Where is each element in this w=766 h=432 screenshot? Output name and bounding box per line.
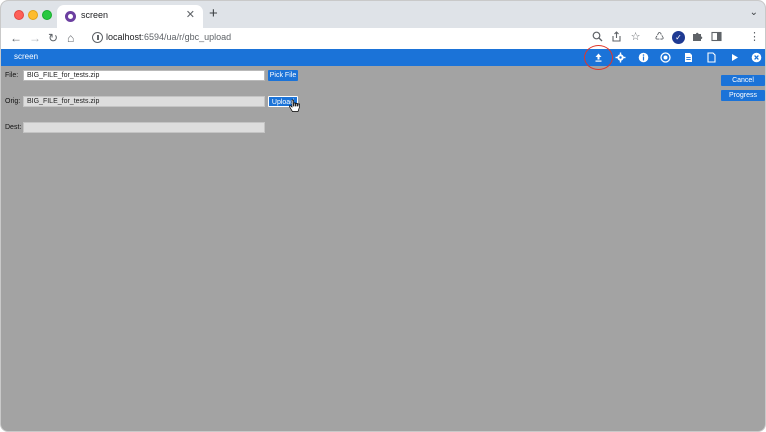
zoom-icon[interactable] (591, 31, 604, 44)
bookmark-star-icon[interactable]: ☆ (629, 31, 642, 44)
reload-icon[interactable]: ↻ (48, 29, 58, 47)
browser-window: screen ✕ + ⌄ ← → ↻ ⌂ localhost:6594/ua/r… (0, 0, 766, 432)
forward-icon[interactable]: → (29, 29, 41, 47)
browser-menu-icon[interactable]: ⋮ (748, 31, 761, 44)
side-panel-icon[interactable] (710, 31, 723, 44)
app-title: screen (14, 52, 39, 61)
highlight-annotation (584, 45, 613, 70)
home-icon[interactable]: ⌂ (67, 29, 74, 47)
app-header: screen (1, 49, 765, 66)
address-bar[interactable]: localhost:6594/ua/r/gbc_upload (85, 29, 653, 47)
orig-label: Orig: (5, 98, 21, 105)
app-favicon-icon (65, 11, 76, 22)
hand-cursor-icon (289, 99, 300, 112)
close-window-button[interactable] (14, 10, 24, 20)
maximize-window-button[interactable] (42, 10, 52, 20)
dest-label: Dest: (5, 124, 22, 131)
document-icon[interactable] (683, 52, 694, 63)
info-icon[interactable] (638, 52, 649, 63)
play-icon[interactable] (729, 52, 740, 63)
back-icon[interactable]: ← (10, 29, 22, 47)
tab-search-chevron-icon[interactable]: ⌄ (750, 7, 758, 18)
file-field[interactable]: BIG_FILE_for_tests.zip (23, 70, 265, 81)
share-icon[interactable] (610, 31, 623, 44)
target-icon[interactable] (660, 52, 671, 63)
browser-tab[interactable]: screen ✕ (57, 5, 203, 28)
site-info-icon[interactable] (92, 32, 103, 43)
url-text[interactable]: localhost:6594/ua/r/gbc_upload (106, 32, 231, 42)
browser-toolbar: ← → ↻ ⌂ localhost:6594/ua/r/gbc_upload ☆… (1, 28, 765, 49)
verified-extension-icon[interactable]: ✓ (672, 31, 685, 44)
extensions-puzzle-icon[interactable] (691, 31, 704, 44)
dest-field[interactable] (23, 122, 265, 133)
recycle-extension-icon[interactable]: ♺ (653, 31, 666, 44)
pick-file-button[interactable]: Pick File (268, 70, 298, 81)
orig-field[interactable]: BIG_FILE_for_tests.zip (23, 96, 265, 107)
new-tab-button[interactable]: + (209, 6, 218, 22)
tab-strip: screen ✕ + ⌄ (1, 1, 765, 28)
file-label: File: (5, 72, 19, 79)
close-circle-icon[interactable] (751, 52, 762, 63)
blank-file-icon[interactable] (706, 52, 717, 63)
tab-close-icon[interactable]: ✕ (186, 8, 195, 21)
progress-button[interactable]: Progress (721, 90, 765, 101)
settings-gear-icon[interactable] (615, 52, 626, 63)
minimize-window-button[interactable] (28, 10, 38, 20)
tab-title: screen (81, 10, 109, 20)
cancel-button[interactable]: Cancel (721, 75, 765, 86)
